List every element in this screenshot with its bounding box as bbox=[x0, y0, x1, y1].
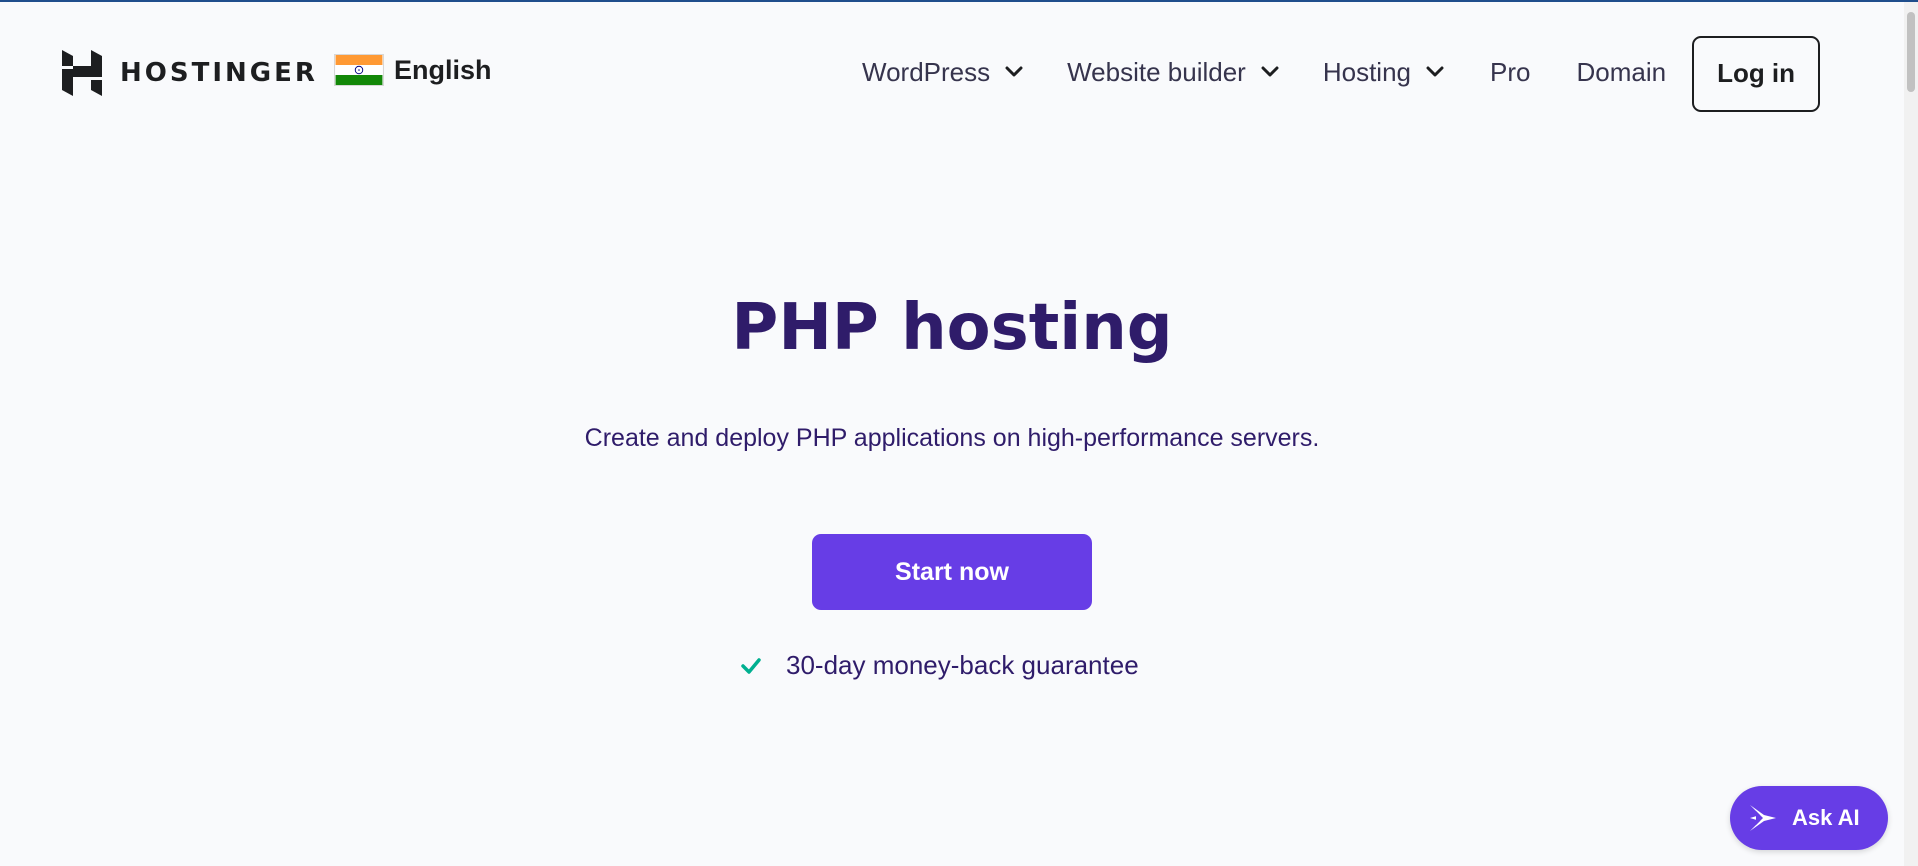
nav-item-label: Hosting bbox=[1322, 56, 1411, 87]
india-flag-icon bbox=[334, 54, 384, 86]
guarantee-text: 30-day money-back guarantee bbox=[786, 650, 1139, 680]
main-nav: WordPress Website builder Hosting Pro Do… bbox=[862, 35, 1821, 112]
nav-item-wordpress[interactable]: WordPress bbox=[862, 57, 1023, 88]
nav-item-domain[interactable]: Domain bbox=[1576, 57, 1666, 88]
scrollbar-thumb[interactable] bbox=[1907, 12, 1915, 92]
nav-item-pro[interactable]: Pro bbox=[1490, 57, 1530, 88]
ask-ai-button[interactable]: Ask AI bbox=[1730, 786, 1888, 850]
ai-sparkle-icon bbox=[1750, 805, 1776, 831]
nav-item-label: Website builder bbox=[1067, 56, 1246, 87]
ask-ai-label: Ask AI bbox=[1792, 805, 1860, 830]
nav-item-hosting[interactable]: Hosting bbox=[1323, 57, 1444, 88]
start-now-button[interactable]: Start now bbox=[812, 534, 1092, 610]
nav-item-website-builder[interactable]: Website builder bbox=[1067, 57, 1279, 88]
language-selector[interactable]: English bbox=[334, 54, 492, 86]
nav-item-label: WordPress bbox=[862, 56, 991, 87]
login-button[interactable]: Log in bbox=[1692, 35, 1821, 112]
site-header: HOSTINGER English WordPress Website buil… bbox=[0, 2, 1900, 138]
nav-item-label: Pro bbox=[1490, 56, 1531, 87]
page-title: PHP hosting bbox=[731, 291, 1173, 365]
brand-name: HOSTINGER bbox=[120, 58, 318, 88]
language-label: English bbox=[394, 54, 492, 85]
scrollbar[interactable] bbox=[1904, 2, 1918, 866]
nav-item-label: Domain bbox=[1576, 56, 1667, 87]
hostinger-logo[interactable]: HOSTINGER bbox=[62, 50, 318, 96]
check-icon bbox=[741, 657, 761, 674]
chevron-down-icon bbox=[1426, 66, 1444, 77]
hostinger-logo-icon bbox=[62, 50, 102, 96]
money-back-guarantee: 30-day money-back guarantee bbox=[740, 650, 1139, 681]
hero-subtitle: Create and deploy PHP applications on hi… bbox=[584, 424, 1320, 452]
chevron-down-icon bbox=[1261, 66, 1279, 77]
chevron-down-icon bbox=[1005, 66, 1023, 77]
